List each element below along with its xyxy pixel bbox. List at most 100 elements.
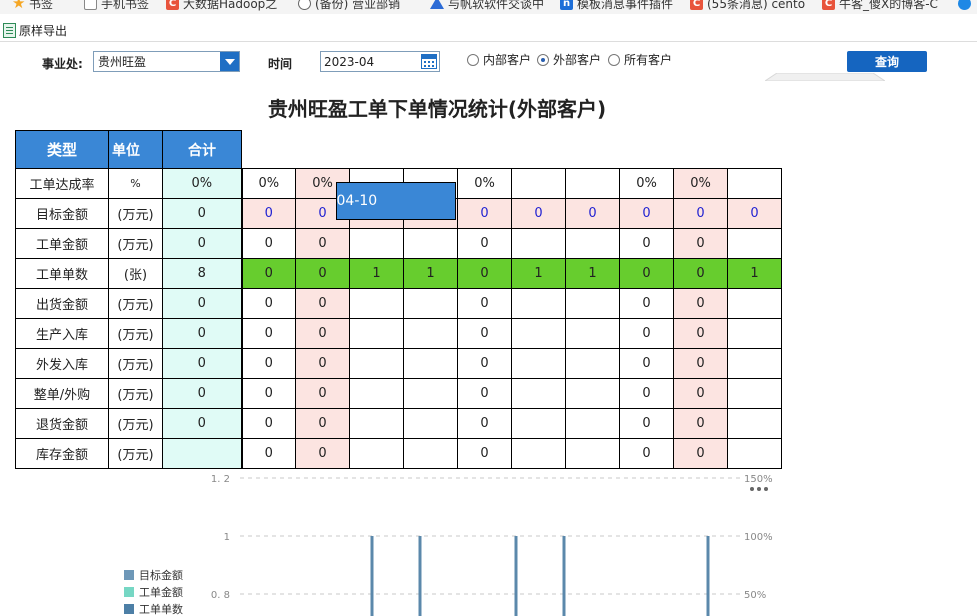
data-cell: 0 — [673, 288, 728, 319]
data-cell — [565, 228, 620, 259]
data-cell: 0% — [457, 168, 512, 199]
bookmarks-bar: ★ 书签 手机书签 C 大数据Hadoop之 (备份) 营业部销 与帆软软件交谈… — [0, 0, 977, 14]
data-cell: 0 — [295, 378, 350, 409]
data-cell: 0 — [673, 408, 728, 439]
collapse-toggle[interactable] — [765, 73, 885, 81]
row-name: 生产入库 — [15, 318, 109, 349]
division-select[interactable]: 贵州旺盈 — [93, 51, 240, 72]
bookmark-item[interactable]: C 大数据Hadoop之 — [166, 0, 277, 12]
data-cell: 0 — [457, 318, 512, 349]
data-cell: 1 — [565, 258, 620, 289]
data-cell: 0 — [240, 408, 296, 439]
header-row: 类型 单位 合计 04-01 04-02 04-03 04-04 04-05 0… — [15, 130, 782, 220]
data-cell — [349, 228, 404, 259]
bookmark-item[interactable]: n 模板消息事件插件 — [560, 0, 673, 12]
chart-legend: 目标金额 工单金额 工单单数 — [124, 566, 183, 616]
data-cell — [727, 168, 782, 199]
table-row: 生产入库 (万元) 0 0 0 0 0 0 — [15, 318, 782, 349]
bookmark-item[interactable] — [958, 0, 971, 12]
row-total: 0 — [162, 378, 242, 409]
bookmark-label: (备份) 营业部销 — [315, 0, 401, 11]
data-cell: 0 — [619, 198, 674, 229]
data-cell: 1 — [511, 258, 566, 289]
data-cell — [511, 348, 566, 379]
data-cell: 0 — [240, 228, 296, 259]
table-row: 退货金额 (万元) 0 0 0 0 0 0 — [15, 408, 782, 439]
calendar-icon[interactable] — [421, 54, 437, 69]
page-icon — [84, 0, 97, 10]
radio-label: 外部客户 — [553, 53, 602, 67]
data-cell: 0% — [240, 168, 296, 199]
row-total: 0 — [162, 408, 242, 439]
divider — [0, 41, 977, 42]
radio-all[interactable]: 所有客户 — [608, 51, 672, 68]
bookmark-item[interactable]: ★ 书签 — [12, 0, 53, 12]
data-cell — [565, 438, 620, 469]
y2-tick-label: 100% — [744, 532, 773, 543]
legend-swatch — [124, 586, 134, 597]
header-total: 合计 — [162, 130, 242, 169]
row-total: 8 — [162, 258, 242, 289]
legend-item[interactable]: 工单单数 — [124, 600, 183, 616]
dropdown-button[interactable] — [220, 52, 239, 71]
row-unit: (万元) — [108, 198, 163, 229]
bar-mark — [562, 536, 566, 616]
data-cell — [403, 318, 458, 349]
row-unit: (万元) — [108, 378, 163, 409]
bookmark-item[interactable]: C 牛客_傻X的博客-C — [822, 0, 938, 12]
legend-item[interactable]: 工单金额 — [124, 583, 183, 600]
data-cell: 0 — [673, 318, 728, 349]
radio-external[interactable]: 外部客户 — [537, 51, 601, 68]
data-cell: 0 — [457, 408, 512, 439]
table-row: 工单金额 (万元) 0 0 0 0 0 0 — [15, 228, 782, 259]
data-cell: 0 — [619, 318, 674, 349]
more-icon[interactable] — [750, 486, 768, 492]
header-type: 类型 — [15, 130, 109, 169]
query-button[interactable]: 查询 — [847, 51, 927, 72]
data-cell — [349, 408, 404, 439]
legend-swatch — [124, 603, 134, 614]
data-cell — [349, 438, 404, 469]
bookmark-item[interactable]: (备份) 营业部销 — [298, 0, 400, 12]
bar-mark — [706, 536, 710, 616]
bookmark-item[interactable]: C (55条消息) cento — [690, 0, 805, 12]
date-input[interactable]: 2023-04 — [320, 51, 440, 72]
plugin-icon: n — [560, 0, 573, 10]
data-cell — [511, 438, 566, 469]
legend-label: 工单单数 — [139, 602, 183, 616]
y-tick-label: 1 — [224, 532, 230, 543]
y-tick-label: 1. 2 — [211, 474, 230, 485]
data-cell: 0 — [240, 258, 296, 289]
data-cell — [565, 288, 620, 319]
row-total: 0 — [162, 318, 242, 349]
csdn-icon: C — [690, 0, 703, 10]
data-cell: 0 — [240, 438, 296, 469]
data-cell — [403, 378, 458, 409]
data-cell: 1 — [349, 258, 404, 289]
data-cell — [511, 408, 566, 439]
table-row: 库存金额 (万元) 0 0 0 0 0 — [15, 438, 782, 469]
radio-internal[interactable]: 内部客户 — [467, 51, 531, 68]
data-cell: 0 — [727, 198, 782, 229]
legend-item[interactable]: 目标金额 — [124, 566, 183, 583]
radio-icon — [467, 53, 479, 66]
export-button[interactable]: 原样导出 — [0, 20, 67, 40]
bookmark-item[interactable]: 手机书签 — [84, 0, 149, 12]
globe-icon — [298, 0, 311, 10]
row-name: 出货金额 — [15, 288, 109, 319]
data-cell — [727, 348, 782, 379]
row-total — [162, 438, 242, 469]
row-unit: (万元) — [108, 438, 163, 469]
data-cell: 0 — [240, 288, 296, 319]
data-cell — [403, 288, 458, 319]
legend-label: 工单金额 — [139, 585, 183, 599]
header-date: 04-10 — [335, 181, 456, 220]
export-label: 原样导出 — [19, 23, 68, 38]
bookmark-item[interactable]: 与帆软软件交谈中 — [430, 0, 544, 12]
data-cell: 0 — [457, 228, 512, 259]
legend-label: 目标金额 — [139, 568, 183, 582]
data-cell: 0 — [240, 318, 296, 349]
data-cell: 0 — [240, 348, 296, 379]
data-cell: 0 — [565, 198, 620, 229]
data-cell: 0 — [673, 228, 728, 259]
